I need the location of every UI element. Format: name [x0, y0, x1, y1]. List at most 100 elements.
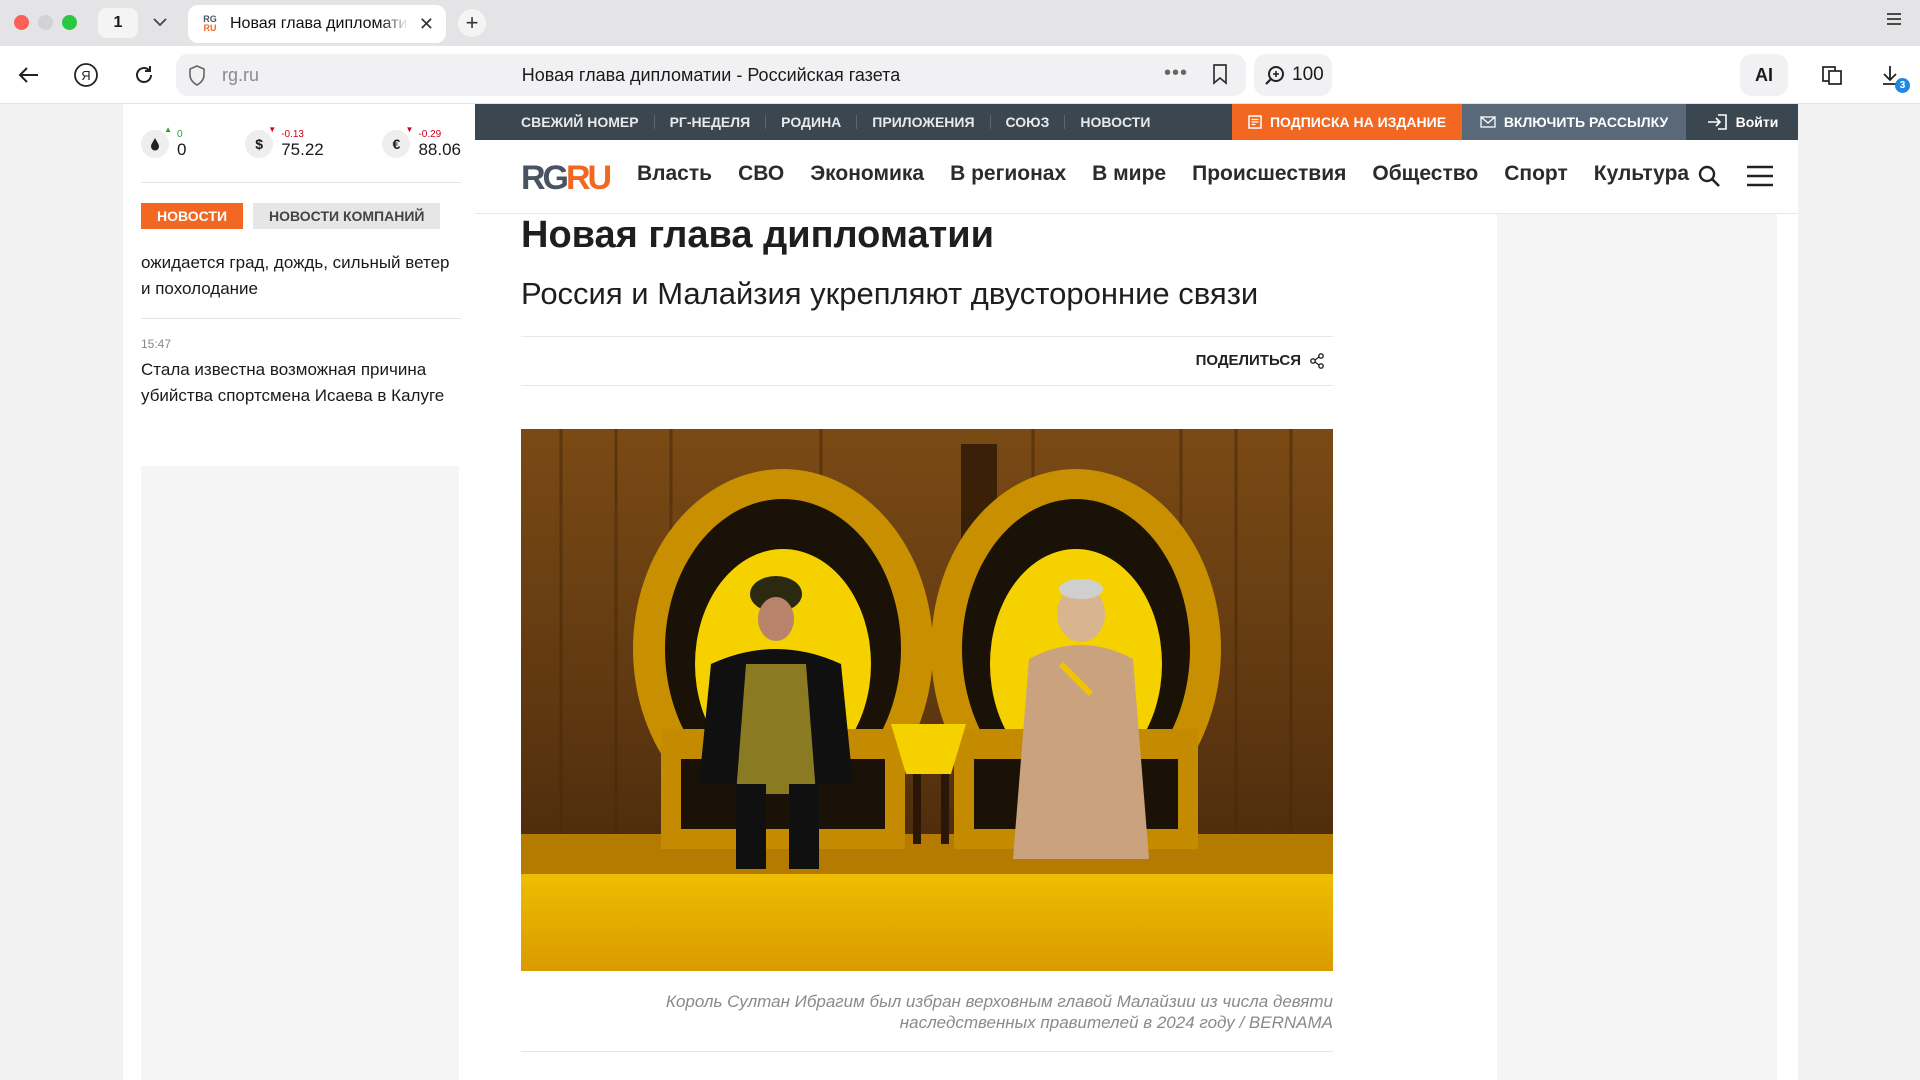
- newspaper-icon: [1248, 115, 1262, 129]
- ticker-delta: -0.13: [281, 128, 304, 140]
- divider: [521, 1051, 1333, 1052]
- url-field[interactable]: rg.ru Новая глава дипломатии - Российска…: [176, 54, 1246, 96]
- news-item-text: ожидается град, дождь, сильный ветер и п…: [141, 253, 450, 298]
- menu-item-economy[interactable]: Экономика: [810, 162, 924, 186]
- more-dots-icon[interactable]: •••: [1164, 62, 1188, 85]
- top-link-soyuz[interactable]: СОЮЗ: [989, 115, 1065, 129]
- divider: [141, 318, 461, 319]
- zoom-level: 100: [1292, 64, 1324, 85]
- subscribe-label: ПОДПИСКА НА ИЗДАНИЕ: [1269, 114, 1447, 130]
- share-row: ПОДЕЛИТЬСЯ: [521, 336, 1333, 386]
- photo-caption: Король Султан Ибрагим был избран верховн…: [521, 991, 1333, 1033]
- euro-symbol: €: [392, 136, 401, 152]
- right-gutter: [1798, 104, 1920, 1080]
- login-button[interactable]: Войти: [1686, 104, 1798, 140]
- menu-item-society[interactable]: Общество: [1372, 162, 1478, 186]
- news-tabs: НОВОСТИ НОВОСТИ КОМПАНИЙ: [141, 203, 441, 229]
- browser-address-bar: Я rg.ru Новая глава дипломатии - Российс…: [0, 46, 1920, 104]
- url-page-title: Новая глава дипломатии - Российская газе…: [521, 65, 901, 85]
- menu-item-world[interactable]: В мире: [1092, 162, 1166, 186]
- main-content: СВЕЖИЙ НОМЕР РГ-НЕДЕЛЯ РОДИНА ПРИЛОЖЕНИЯ…: [475, 104, 1798, 1080]
- menu-item-regions[interactable]: В регионах: [950, 162, 1066, 186]
- article-subtitle: Россия и Малайзия укрепляют двусторонние…: [521, 276, 1259, 311]
- logo-part-ru: RU: [566, 159, 612, 197]
- right-ad-column: [1497, 214, 1777, 1080]
- window-close-button[interactable]: [14, 15, 29, 30]
- euro-icon: € ▼: [382, 125, 413, 158]
- article-photo[interactable]: [521, 429, 1333, 971]
- oil-drop-icon: ▲: [141, 125, 172, 158]
- top-strip: СВЕЖИЙ НОМЕР РГ-НЕДЕЛЯ РОДИНА ПРИЛОЖЕНИЯ…: [475, 104, 1798, 140]
- window-minimize-button[interactable]: [38, 15, 53, 30]
- back-arrow-icon[interactable]: [14, 61, 42, 89]
- rg-logo[interactable]: RGRU: [521, 159, 612, 198]
- left-sidebar: ▲ 0 0 $ ▼ -0.13 75.22 € ▼ -0.29 88.06 НО…: [123, 104, 475, 1080]
- browser-menu-icon[interactable]: [1886, 12, 1902, 31]
- zoom-indicator[interactable]: 100: [1254, 54, 1332, 96]
- ai-assistant-button[interactable]: AI: [1740, 54, 1788, 96]
- tab-list-chevron-down-icon[interactable]: [148, 10, 172, 34]
- news-item-text: Стала известна возможная причина убийств…: [141, 360, 445, 405]
- ticker-oil[interactable]: ▲ 0 0: [141, 118, 186, 170]
- divider: [141, 182, 461, 183]
- caption-line-1: Король Султан Ибрагим был избран верховн…: [665, 992, 1333, 1011]
- rg-favicon-icon: RG RU: [200, 14, 220, 34]
- reload-icon[interactable]: [130, 61, 158, 89]
- share-button[interactable]: ПОДЕЛИТЬСЯ: [1196, 352, 1325, 369]
- top-link-news[interactable]: НОВОСТИ: [1064, 115, 1165, 129]
- login-icon: [1707, 114, 1727, 130]
- browser-tab-bar: 1 RG RU Новая глава дипломатии ✕ +: [0, 0, 1920, 46]
- ticker-value: 0: [177, 139, 187, 159]
- menu-item-culture[interactable]: Культура: [1594, 162, 1689, 186]
- newsletter-button[interactable]: ВКЛЮЧИТЬ РАССЫЛКУ: [1462, 104, 1686, 140]
- trend-down-icon: ▼: [405, 125, 414, 134]
- tab-news[interactable]: НОВОСТИ: [141, 203, 244, 229]
- reader-mode-icon[interactable]: [1818, 61, 1846, 89]
- tab-title: Новая глава дипломатии: [230, 15, 409, 32]
- article-title: Новая глава дипломатии: [521, 214, 994, 256]
- trend-down-icon: ▼: [268, 125, 277, 134]
- menu-item-svo[interactable]: СВО: [738, 162, 784, 186]
- downloads-icon[interactable]: 3: [1876, 61, 1910, 93]
- subscribe-button[interactable]: ПОДПИСКА НА ИЗДАНИЕ: [1232, 104, 1462, 140]
- tab-company-news[interactable]: НОВОСТИ КОМПАНИЙ: [253, 203, 441, 229]
- yandex-home-icon[interactable]: Я: [72, 61, 100, 89]
- dollar-icon: $ ▼: [245, 125, 276, 158]
- share-label: ПОДЕЛИТЬСЯ: [1195, 352, 1301, 369]
- new-tab-plus-icon[interactable]: +: [458, 9, 486, 37]
- caption-line-2: наследственных правителей в 2024 году / …: [899, 1013, 1333, 1032]
- share-icon: [1310, 352, 1324, 369]
- bookmark-icon[interactable]: [1212, 64, 1228, 90]
- currency-ticker: ▲ 0 0 $ ▼ -0.13 75.22 € ▼ -0.29 88.06: [141, 118, 461, 170]
- menu-item-vlast[interactable]: Власть: [637, 162, 712, 186]
- top-link-fresh-issue[interactable]: СВЕЖИЙ НОМЕР: [521, 115, 654, 129]
- dollar-symbol: $: [255, 136, 264, 152]
- window-maximize-button[interactable]: [62, 15, 77, 30]
- top-link-rodina[interactable]: РОДИНА: [765, 115, 856, 129]
- menu-item-incidents[interactable]: Происшествия: [1192, 162, 1346, 186]
- throne-room-photo: [521, 429, 1333, 971]
- news-item-time: 15:47: [141, 337, 172, 351]
- top-link-rg-week[interactable]: РГ-НЕДЕЛЯ: [653, 115, 766, 129]
- news-item[interactable]: 15:47 Стала известна возможная причина у…: [141, 337, 461, 409]
- ad-placeholder: [141, 466, 459, 1080]
- login-label: Войти: [1735, 114, 1779, 130]
- search-icon[interactable]: [1697, 164, 1721, 193]
- ticker-delta: -0.29: [418, 128, 442, 140]
- tab-close-icon[interactable]: ✕: [419, 14, 434, 35]
- section-menu: Власть СВО Экономика В регионах В мире П…: [637, 162, 1689, 186]
- ticker-eur[interactable]: € ▼ -0.29 88.06: [382, 118, 461, 170]
- logo-part-rg: RG: [521, 159, 569, 197]
- news-item[interactable]: ожидается град, дождь, сильный ветер и п…: [141, 250, 461, 302]
- main-navigation: RGRU Власть СВО Экономика В регионах В м…: [475, 140, 1798, 214]
- ticker-usd[interactable]: $ ▼ -0.13 75.22: [245, 118, 324, 170]
- hamburger-menu-icon[interactable]: [1746, 165, 1774, 192]
- top-strip-links: СВЕЖИЙ НОМЕР РГ-НЕДЕЛЯ РОДИНА ПРИЛОЖЕНИЯ…: [521, 104, 1165, 140]
- top-link-apps[interactable]: ПРИЛОЖЕНИЯ: [856, 115, 989, 129]
- svg-text:Я: Я: [81, 68, 90, 83]
- trend-up-icon: ▲: [164, 125, 172, 134]
- browser-tab-active[interactable]: RG RU Новая глава дипломатии ✕: [188, 5, 446, 43]
- ticker-value: 75.22: [281, 139, 324, 159]
- menu-item-sport[interactable]: Спорт: [1504, 162, 1568, 186]
- tab-counter[interactable]: 1: [98, 8, 138, 38]
